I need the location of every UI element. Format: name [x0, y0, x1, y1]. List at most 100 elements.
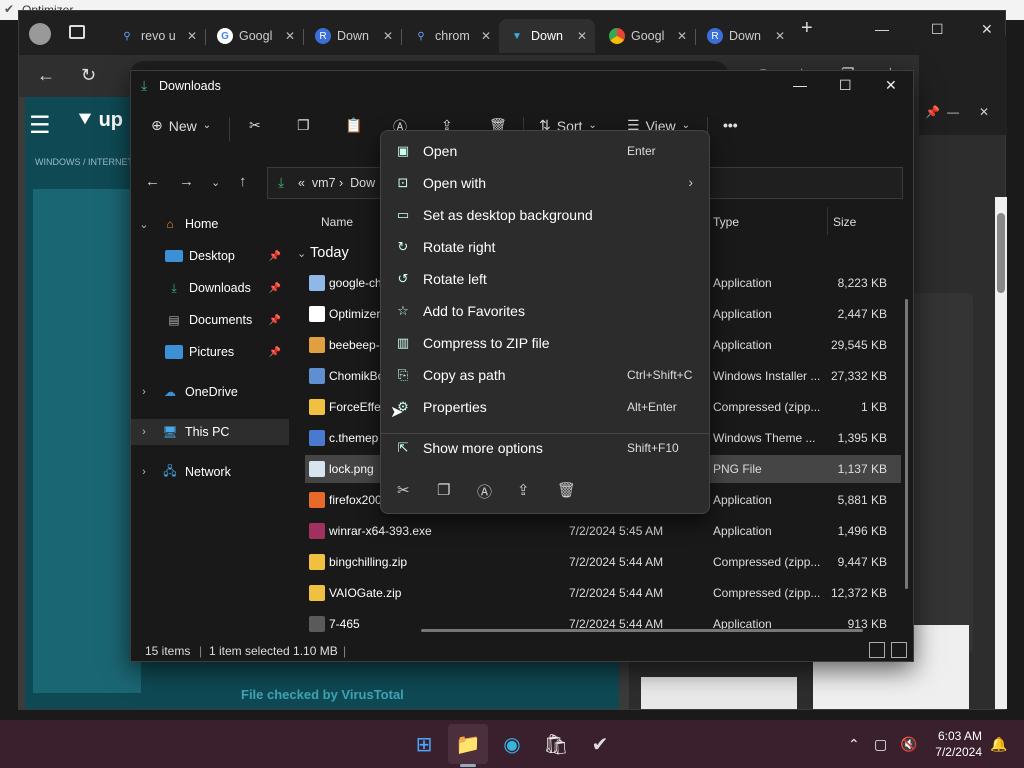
scissors-icon[interactable]: ✂ [397, 481, 410, 499]
file-row[interactable]: winrar-x64-393.exe 7/2/2024 5:45 AM Applic… [305, 517, 901, 545]
horizontal-scrollbar[interactable] [421, 629, 863, 632]
new-tab-plus-icon[interactable]: + [801, 17, 813, 40]
tab-1[interactable]: G Googl ✕ [207, 19, 303, 53]
new-button[interactable]: ⊕ New ⌄ [151, 117, 211, 134]
file-size: 12,372 KB [830, 586, 887, 600]
refresh-icon[interactable]: ↻ [81, 65, 96, 86]
column-header-size[interactable]: Size [833, 215, 856, 239]
network-status-icon[interactable]: ▢ [874, 736, 887, 753]
column-header-type[interactable]: Type [713, 215, 739, 239]
copy-icon[interactable]: ❐ [437, 481, 450, 499]
chevron-up-icon[interactable]: ⌃ [848, 736, 860, 753]
pin-icon[interactable]: 📌 [925, 105, 940, 119]
close-window-icon[interactable]: ✕ [885, 77, 897, 94]
paste-button[interactable]: 📋 [345, 117, 362, 134]
menu-item-open-with[interactable]: ⊡ Open with › [381, 167, 711, 199]
close-icon[interactable]: ✕ [775, 29, 785, 43]
forward-arrow-icon[interactable]: → [179, 173, 194, 190]
start-windows-icon[interactable]: ⊞ [410, 730, 438, 758]
sidebar-item-downloads[interactable]: ⤓ Downloads 📌 [131, 275, 289, 301]
more-options-button[interactable]: ••• [723, 117, 738, 133]
close-icon[interactable]: ✕ [285, 29, 295, 43]
menu-item-set-as-desktop-background[interactable]: ▭ Set as desktop background [381, 199, 711, 231]
close-icon[interactable]: ✕ [979, 105, 989, 119]
share-icon[interactable]: ⇪ [517, 481, 530, 499]
column-header-name[interactable]: Name [321, 215, 353, 239]
path-overflow[interactable]: « [298, 176, 305, 190]
chevron-right-icon[interactable]: › [137, 426, 151, 438]
maximize-icon[interactable]: ☐ [839, 77, 852, 94]
sidebar-item-network[interactable]: › 🖧 Network [131, 459, 289, 485]
image-icon: ▣ [396, 143, 410, 158]
chevron-right-icon[interactable]: › [137, 466, 151, 478]
menu-item-open[interactable]: ▣ Open Enter [381, 135, 711, 167]
ad-image[interactable] [641, 677, 797, 709]
minimize-icon[interactable]: — [947, 105, 959, 119]
path-segment[interactable]: Dow [350, 176, 375, 190]
back-arrow-icon[interactable]: ← [145, 173, 160, 190]
checkmark-app-icon[interactable]: ✔ [586, 730, 614, 758]
scrollbar-thumb[interactable] [997, 213, 1005, 293]
volume-mute-icon[interactable]: 🔇 [900, 736, 917, 753]
sidebar-item-documents[interactable]: ▤ Documents 📌 [131, 307, 289, 333]
pin-icon[interactable]: 📌 [269, 251, 281, 262]
vertical-scrollbar[interactable] [905, 299, 908, 589]
tab-4-active[interactable]: ▼ Down ✕ [499, 19, 595, 53]
file-row[interactable]: VAIOGate.zip 7/2/2024 5:44 AM Compressed (… [305, 579, 901, 607]
pin-icon[interactable]: 📌 [269, 315, 281, 326]
tab-0[interactable]: ⚲ revo u ✕ [109, 19, 205, 53]
tab-6[interactable]: R Down ✕ [697, 19, 793, 53]
menu-item-copy-as-path[interactable]: ⎘ Copy as path Ctrl+Shift+C [381, 359, 711, 391]
system-clock[interactable]: 6:03 AM 7/2/2024 [930, 728, 982, 760]
trash-icon[interactable]: 🗑 [557, 481, 576, 499]
page-scrollbar[interactable] [995, 197, 1007, 709]
file-explorer-icon[interactable]: 📁 [454, 730, 482, 758]
tab-actions-icon[interactable] [69, 25, 85, 39]
path-segment[interactable]: vm7 [312, 176, 336, 190]
column-divider[interactable] [827, 207, 828, 235]
tab-label: Googl [239, 29, 273, 43]
tab-3[interactable]: ⚲ chrom ✕ [403, 19, 499, 53]
hamburger-menu-icon[interactable]: ☰ [29, 111, 51, 140]
edge-browser-icon[interactable]: ◉ [498, 730, 526, 758]
close-icon[interactable]: ✕ [577, 29, 587, 43]
chevron-right-icon[interactable]: › [137, 386, 151, 398]
microsoft-store-icon[interactable]: 🛍 [542, 730, 570, 758]
pin-icon[interactable]: 📌 [269, 347, 281, 358]
sidebar-item-pictures[interactable]: Pictures 📌 [131, 339, 289, 365]
tiles-view-icon[interactable] [891, 642, 907, 658]
close-icon[interactable]: ✕ [677, 29, 687, 43]
tab-5[interactable]: Googl ✕ [599, 19, 695, 53]
close-icon[interactable]: ✕ [481, 29, 491, 43]
sidebar-item-onedrive[interactable]: › ☁ OneDrive [131, 379, 289, 405]
sidebar-item-this-pc[interactable]: › 🖥 This PC [131, 419, 289, 445]
minimize-icon[interactable]: — [875, 21, 889, 37]
chevron-down-icon[interactable]: ⌄ [137, 218, 151, 231]
sidebar-item-desktop[interactable]: Desktop 📌 [131, 243, 289, 269]
minimize-icon[interactable]: — [793, 77, 807, 93]
menu-item-rotate-right[interactable]: ↻ Rotate right [381, 231, 711, 263]
menu-item-properties[interactable]: ⚙ Properties Alt+Enter [381, 391, 711, 423]
group-header-today[interactable]: ⌄ Today [297, 245, 349, 261]
tab-2[interactable]: R Down ✕ [305, 19, 401, 53]
cut-button[interactable]: ✂ [249, 117, 261, 134]
menu-item-add-to-favorites[interactable]: ☆ Add to Favorites [381, 295, 711, 327]
pin-icon[interactable]: 📌 [269, 283, 281, 294]
menu-item-rotate-left[interactable]: ↺ Rotate left [381, 263, 711, 295]
rename-icon[interactable]: Ⓐ [477, 481, 492, 502]
copy-button[interactable]: ❐ [297, 117, 310, 134]
close-icon[interactable]: ✕ [187, 29, 197, 43]
recent-locations-icon[interactable]: ⌄ [211, 176, 220, 189]
sidebar-item-home[interactable]: ⌄ ⌂ Home [131, 211, 289, 237]
file-row[interactable]: bingchilling.zip 7/2/2024 5:44 AM Compress… [305, 548, 901, 576]
close-icon[interactable]: ✕ [383, 29, 393, 43]
menu-item-compress-to-zip-file[interactable]: ▥ Compress to ZIP file [381, 327, 711, 359]
uptodown-logo[interactable]: ⯆ up [77, 109, 123, 132]
menu-item-show-more-options[interactable]: ⇱ Show more options Shift+F10 [381, 432, 711, 464]
notifications-icon[interactable]: 🔔 [990, 736, 1007, 753]
up-arrow-icon[interactable]: ↑ [239, 173, 247, 190]
details-view-icon[interactable] [869, 642, 885, 658]
file-row[interactable]: 7-465 7/2/2024 5:44 AM Application 913 KB [305, 610, 901, 638]
profile-avatar[interactable] [29, 23, 51, 45]
back-arrow-icon[interactable]: ← [37, 65, 55, 86]
